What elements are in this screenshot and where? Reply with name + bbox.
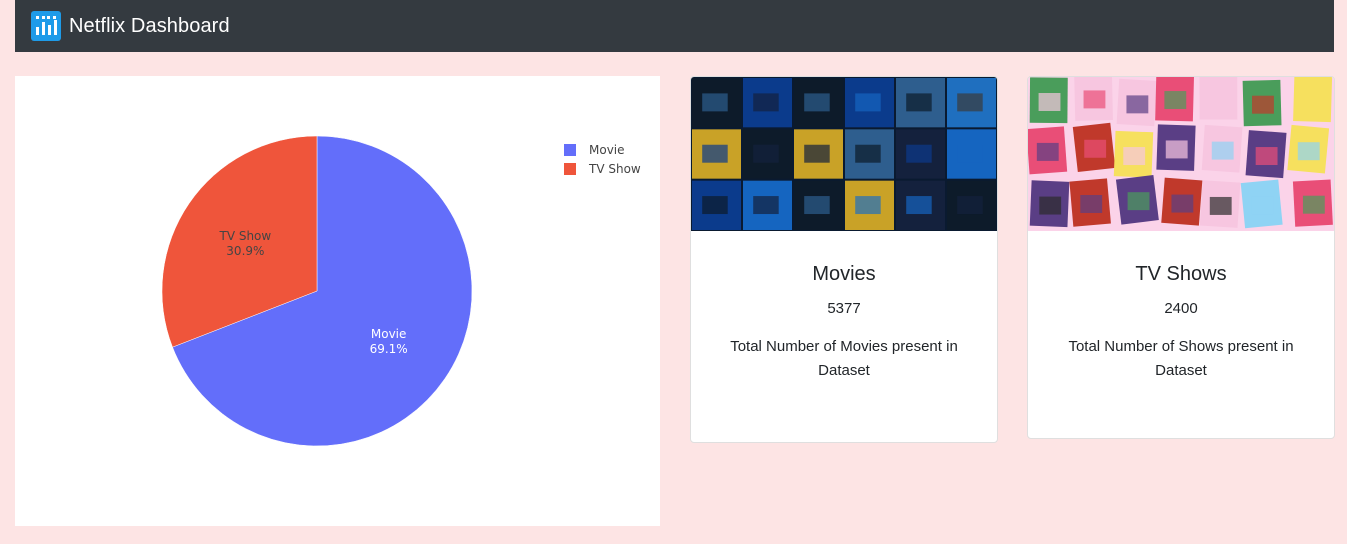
shows-description: Total Number of Shows present in Dataset	[1068, 338, 1294, 379]
movies-poster-image	[691, 77, 997, 231]
legend-label-tv-show[interactable]: TV Show	[588, 162, 641, 176]
shows-count: 2400	[1164, 300, 1198, 317]
shows-card-title: TV Shows	[1135, 263, 1227, 285]
bar-chart-icon[interactable]	[31, 11, 61, 41]
app-title[interactable]: Netflix Dashboard	[69, 15, 230, 38]
legend-label-movie[interactable]: Movie	[589, 143, 625, 157]
movies-description: Total Number of Movies present in Datase…	[730, 338, 958, 379]
pie-label-tv-show: TV Show 30.9%	[218, 229, 271, 258]
pie-chart: Movie 69.1% TV Show 30.9% Movie TV Show	[161, 135, 641, 447]
pie-label-movie: Movie 69.1%	[370, 327, 408, 356]
shows-card: TV Shows 2400 Total Number of Shows pres…	[1027, 76, 1335, 439]
legend-swatch-movie[interactable]	[564, 144, 576, 156]
movies-count: 5377	[827, 300, 861, 317]
navbar: Netflix Dashboard	[15, 0, 1334, 52]
shows-poster-image	[1028, 77, 1334, 231]
legend-swatch-tv-show[interactable]	[564, 163, 576, 175]
movies-card: Movies 5377 Total Number of Movies prese…	[690, 76, 998, 443]
pie-chart-panel: Movie 69.1% TV Show 30.9% Movie TV Show	[15, 76, 660, 526]
movies-card-title: Movies	[812, 263, 876, 285]
